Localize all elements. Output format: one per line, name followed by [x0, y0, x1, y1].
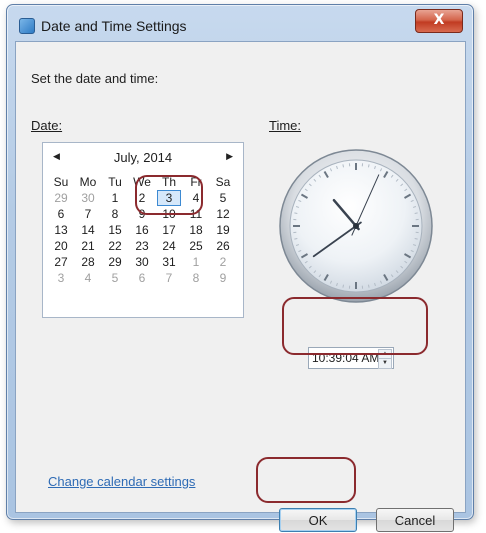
weekday-header: Sa	[211, 174, 235, 190]
calendar-day[interactable]: 11	[184, 206, 208, 222]
calendar-day[interactable]: 29	[49, 190, 73, 206]
calendar-day[interactable]: 2	[211, 254, 235, 270]
clock-minute-tick	[294, 238, 297, 239]
calendar-day[interactable]: 24	[157, 238, 181, 254]
ok-button[interactable]: OK	[279, 508, 357, 532]
clock-app-icon	[19, 18, 35, 34]
calendar-header: ◀ July, 2014 ▶	[43, 143, 243, 171]
close-button[interactable]: X	[415, 9, 463, 33]
clock-minute-tick	[415, 213, 418, 214]
calendar-day[interactable]: 23	[130, 238, 154, 254]
instruction-text: Set the date and time:	[31, 71, 158, 86]
clock-minute-tick	[368, 285, 369, 288]
calendar-day[interactable]: 7	[76, 206, 100, 222]
calendar-day[interactable]: 8	[184, 270, 208, 286]
calendar-day[interactable]: 30	[76, 190, 100, 206]
calendar-day[interactable]: 26	[211, 238, 235, 254]
time-label: Time:	[269, 118, 301, 133]
weekday-header: Tu	[103, 174, 127, 190]
calendar-day-selected[interactable]: 3	[157, 190, 181, 206]
calendar-day[interactable]: 3	[49, 270, 73, 286]
calendar-day[interactable]: 10	[157, 206, 181, 222]
clock-minute-tick	[415, 238, 418, 239]
cancel-button[interactable]: Cancel	[376, 508, 454, 532]
window-title: Date and Time Settings	[41, 18, 187, 34]
calendar-day[interactable]: 5	[103, 270, 127, 286]
calendar-day[interactable]: 2	[130, 190, 154, 206]
clock-minute-tick	[368, 164, 369, 167]
calendar-day[interactable]: 8	[103, 206, 127, 222]
calendar-day[interactable]: 15	[103, 222, 127, 238]
weekday-header: We	[130, 174, 154, 190]
change-calendar-settings-link[interactable]: Change calendar settings	[48, 474, 195, 489]
calendar-day[interactable]: 21	[76, 238, 100, 254]
calendar-day[interactable]: 29	[103, 254, 127, 270]
clock-minute-tick	[343, 164, 344, 167]
calendar-day[interactable]: 14	[76, 222, 100, 238]
dialog-window: Date and Time Settings X Set the date an…	[6, 4, 474, 520]
title-bar[interactable]: Date and Time Settings X	[7, 5, 473, 41]
calendar-day[interactable]: 6	[130, 270, 154, 286]
calendar-day[interactable]: 9	[211, 270, 235, 286]
calendar: ◀ July, 2014 ▶ SuMoTuWeThFrSa29301234567…	[42, 142, 244, 318]
weekday-header: Th	[157, 174, 181, 190]
clock-minute-tick	[343, 285, 344, 288]
calendar-day[interactable]: 20	[49, 238, 73, 254]
calendar-day[interactable]: 6	[49, 206, 73, 222]
calendar-day[interactable]: 9	[130, 206, 154, 222]
calendar-day[interactable]: 7	[157, 270, 181, 286]
calendar-day[interactable]: 16	[130, 222, 154, 238]
calendar-day[interactable]: 4	[184, 190, 208, 206]
weekday-header: Mo	[76, 174, 100, 190]
next-month-arrow-icon[interactable]: ▶	[226, 151, 233, 162]
weekday-header: Fr	[184, 174, 208, 190]
calendar-day[interactable]: 13	[49, 222, 73, 238]
weekday-header: Su	[49, 174, 73, 190]
calendar-day[interactable]: 25	[184, 238, 208, 254]
calendar-day[interactable]: 22	[103, 238, 127, 254]
calendar-day[interactable]: 28	[76, 254, 100, 270]
calendar-day[interactable]: 31	[157, 254, 181, 270]
calendar-day[interactable]: 19	[211, 222, 235, 238]
spin-down-icon[interactable]: ▼	[378, 358, 392, 369]
dialog-body: Set the date and time: Date: Time: ◀ Jul…	[15, 41, 466, 513]
time-picker[interactable]: 10:39:04 AM ▲ ▼	[308, 347, 394, 369]
calendar-day[interactable]: 1	[184, 254, 208, 270]
date-label: Date:	[31, 118, 62, 133]
calendar-day[interactable]: 5	[211, 190, 235, 206]
calendar-day[interactable]: 30	[130, 254, 154, 270]
calendar-day[interactable]: 4	[76, 270, 100, 286]
analog-clock	[278, 148, 434, 304]
calendar-day[interactable]: 1	[103, 190, 127, 206]
clock-minute-tick	[294, 213, 297, 214]
time-value[interactable]: 10:39:04 AM	[312, 351, 379, 365]
calendar-day[interactable]: 17	[157, 222, 181, 238]
calendar-month-label[interactable]: July, 2014	[43, 150, 243, 165]
calendar-day[interactable]: 27	[49, 254, 73, 270]
clock-center-pin	[353, 223, 359, 229]
calendar-day[interactable]: 18	[184, 222, 208, 238]
calendar-day[interactable]: 12	[211, 206, 235, 222]
